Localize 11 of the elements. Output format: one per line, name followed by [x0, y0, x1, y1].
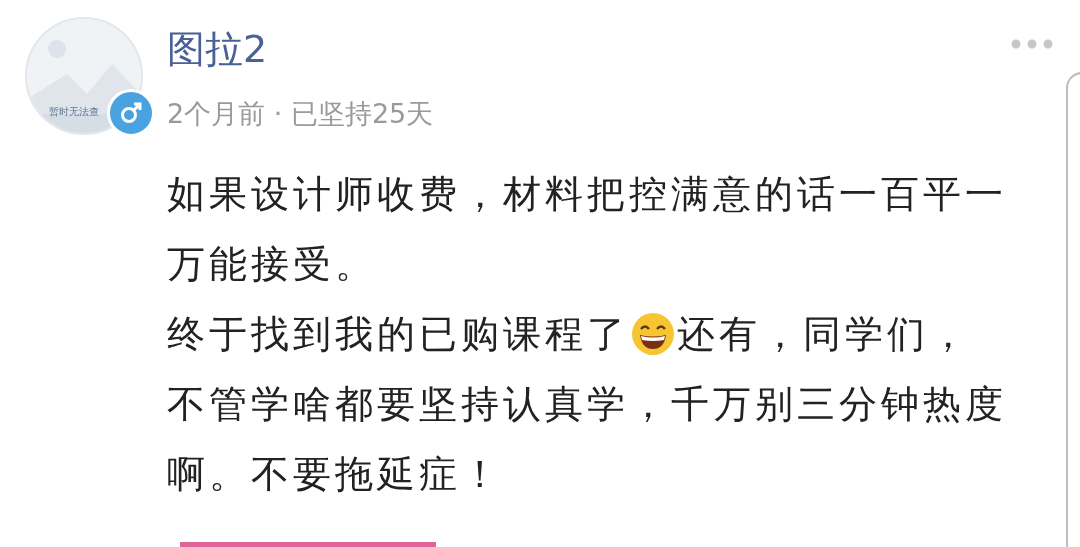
user-name[interactable]: 图拉2	[167, 27, 434, 71]
comment-text: 不管学啥都要坚持认真学，千万别三分钟热度	[167, 381, 1007, 428]
comment-text: 还有，同学们，	[677, 311, 971, 358]
comment-text: 万能接受。	[167, 241, 377, 288]
post-meta: 2个月前 · 已坚持25天	[167, 97, 434, 131]
comment-text: 啊。不要拖延症！	[167, 451, 503, 498]
comment-text: 如果设计师收费，材料把控满意的话一百平一	[167, 171, 1007, 218]
grin-emoji-icon	[631, 312, 675, 356]
comment-text: 终于找到我的已购课程了	[167, 311, 629, 358]
avatar-caption: 暂时无法查	[49, 105, 99, 119]
male-icon	[119, 101, 143, 125]
